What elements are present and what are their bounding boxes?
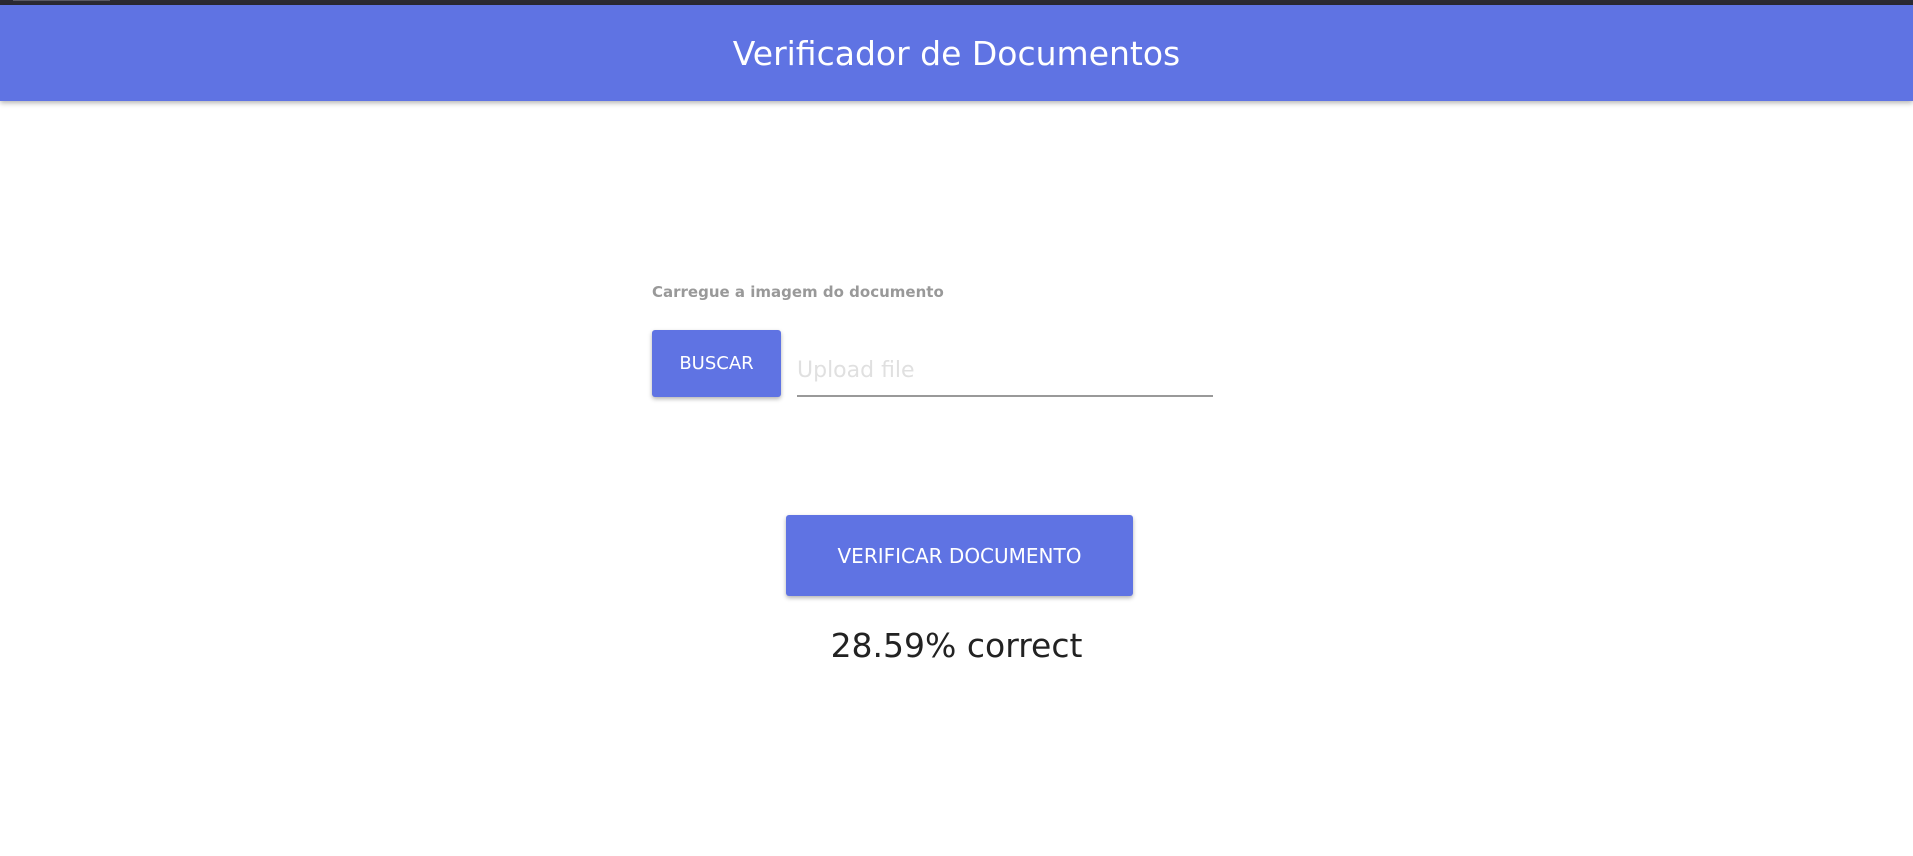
result-text: 28.59% correct <box>830 626 1083 665</box>
browser-tab[interactable] <box>13 0 110 1</box>
upload-label: Carregue a imagem do documento <box>652 283 944 301</box>
upload-file-input[interactable] <box>797 345 1213 397</box>
page-title: Verificador de Documentos <box>732 33 1181 73</box>
verify-document-button[interactable]: VERIFICAR DOCUMENTO <box>786 515 1133 596</box>
app-header: Verificador de Documentos <box>0 5 1913 101</box>
browse-button[interactable]: BUSCAR <box>652 330 781 397</box>
